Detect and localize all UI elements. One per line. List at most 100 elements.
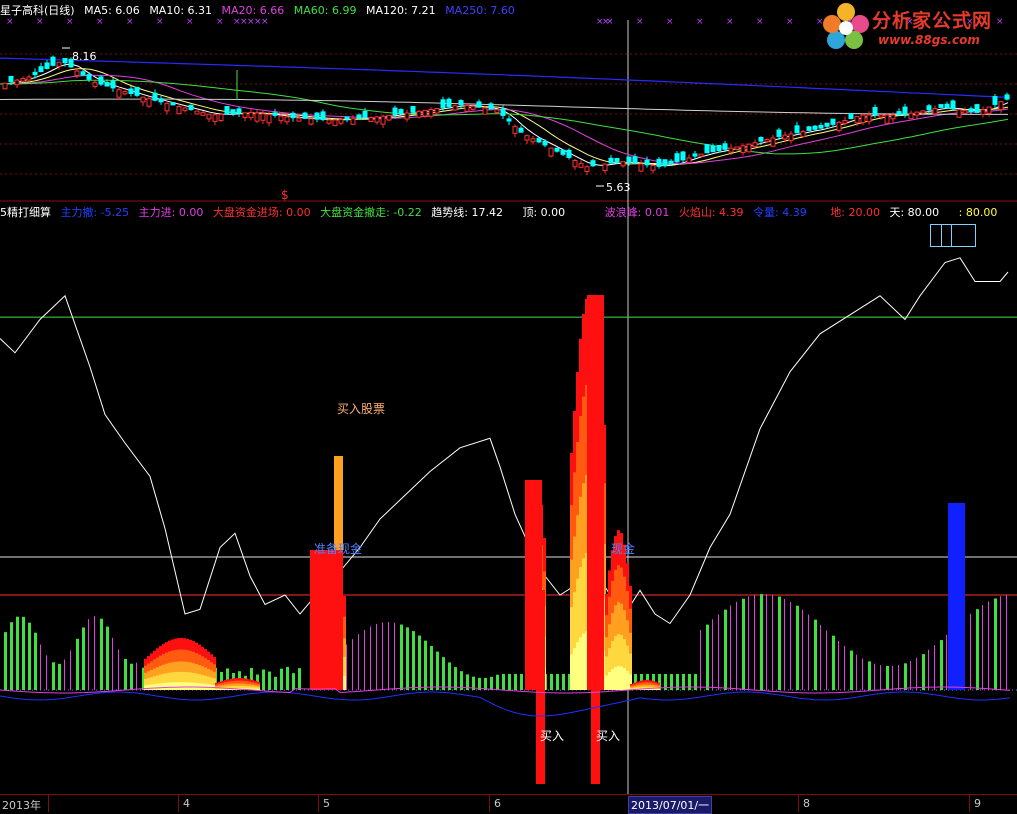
- histogram-bar: [922, 654, 925, 690]
- candle-down: [542, 140, 548, 146]
- histogram-bar: [106, 626, 109, 690]
- candle-up: [56, 61, 62, 67]
- top-marker: ×: [726, 17, 734, 27]
- histogram-bar: [4, 632, 7, 690]
- candle-up: [122, 91, 128, 95]
- candle-up: [734, 146, 740, 150]
- candle-up: [770, 137, 776, 147]
- histogram-bar: [880, 665, 881, 690]
- candle-up: [326, 119, 332, 124]
- fire-bar: [570, 654, 573, 690]
- histogram-bar: [868, 661, 871, 690]
- histogram-bar: [40, 644, 41, 690]
- histogram-bar: [856, 654, 857, 690]
- candle-up: [308, 118, 314, 125]
- candle-down: [662, 159, 668, 167]
- candle-down: [104, 81, 110, 87]
- ind-sky: 天: 80.00: [889, 206, 940, 219]
- histogram-bar: [712, 619, 713, 690]
- histogram-bar: [808, 614, 809, 690]
- candle-up: [266, 114, 272, 124]
- candle-up: [422, 109, 428, 117]
- histogram-bar: [514, 674, 517, 690]
- candle-down: [926, 105, 932, 111]
- candle-up: [866, 114, 872, 123]
- candle-up: [260, 113, 266, 121]
- histogram-bar: [382, 622, 383, 690]
- fire-bar: [189, 682, 192, 690]
- low-price-label: 5.63: [606, 181, 631, 194]
- buy-stock-label: 买入股票: [337, 402, 385, 416]
- histogram-bar: [22, 616, 25, 690]
- candle-down: [560, 149, 566, 155]
- axis-tick: 4: [183, 797, 190, 810]
- fire-bar: [626, 670, 629, 690]
- candle-down: [608, 157, 614, 164]
- candle-down: [614, 157, 620, 163]
- histogram-bar: [400, 624, 403, 690]
- candle-down: [944, 103, 950, 109]
- candle-up: [932, 108, 938, 115]
- top-marker: ×: [261, 17, 269, 27]
- candle-down: [134, 86, 140, 96]
- prepare-cash-label: 准备现金: [314, 541, 362, 556]
- candle-up: [494, 109, 500, 114]
- fire-bar: [614, 666, 617, 690]
- histogram-bar: [298, 668, 301, 690]
- mini-window-box[interactable]: [930, 224, 976, 247]
- candle-down: [32, 71, 38, 76]
- fire-bar: [183, 682, 186, 690]
- main-out-line: [0, 691, 1011, 717]
- histogram-bar: [736, 601, 737, 690]
- histogram-bar: [94, 616, 95, 690]
- histogram-bar: [448, 662, 451, 690]
- candle-down: [872, 107, 878, 116]
- fire-bar: [192, 682, 195, 690]
- fire-bar: [579, 637, 582, 690]
- histogram-bar: [910, 660, 911, 690]
- candle-up: [842, 119, 848, 124]
- candle-up: [956, 109, 962, 118]
- fire-bar: [165, 682, 168, 690]
- stock-chart[interactable]: × × × × × × × × × × × × × × × × × × × × × ×× × × × × ××8.165.63$买入…: [0, 0, 1017, 811]
- histogram-bar: [490, 676, 493, 690]
- watermark-logo: 分析家公式网 www.88gs.com: [820, 0, 1017, 56]
- fire-bar: [608, 672, 611, 690]
- histogram-bar: [1000, 596, 1001, 690]
- candle-down: [62, 58, 68, 64]
- candle-up: [284, 116, 290, 123]
- candle-down: [1004, 94, 1010, 100]
- candle-up: [140, 96, 146, 103]
- top-marker: ×: [66, 17, 74, 27]
- candle-down: [158, 98, 164, 103]
- top-marker: ×: [96, 17, 104, 27]
- histogram-bar: [994, 598, 997, 690]
- candle-up: [182, 107, 188, 111]
- histogram-bar: [496, 674, 499, 690]
- fire-bar: [657, 688, 660, 690]
- candle-up: [242, 112, 248, 119]
- candle-up: [998, 101, 1004, 111]
- histogram-bar: [118, 649, 119, 690]
- candle-up: [350, 118, 356, 125]
- candle-down: [938, 104, 944, 108]
- histogram-bar: [136, 662, 137, 690]
- candle-up: [854, 116, 860, 124]
- top-marker: ×: [786, 17, 794, 27]
- candle-up: [386, 114, 392, 121]
- candle-down: [902, 106, 908, 115]
- candle-up: [146, 98, 152, 107]
- candle-down: [716, 144, 722, 151]
- fire-bar: [654, 688, 657, 690]
- top-marker: ×: [6, 17, 14, 27]
- histogram-bar: [718, 614, 719, 690]
- candle-up: [464, 104, 470, 112]
- candle-up: [416, 110, 422, 118]
- candle-up: [860, 114, 866, 123]
- candle-down: [38, 66, 44, 73]
- fire-bar: [159, 683, 162, 690]
- fire-bar: [177, 682, 180, 690]
- candle-down: [500, 108, 506, 116]
- candle-up: [836, 121, 842, 131]
- top-marker: ×: [36, 17, 44, 27]
